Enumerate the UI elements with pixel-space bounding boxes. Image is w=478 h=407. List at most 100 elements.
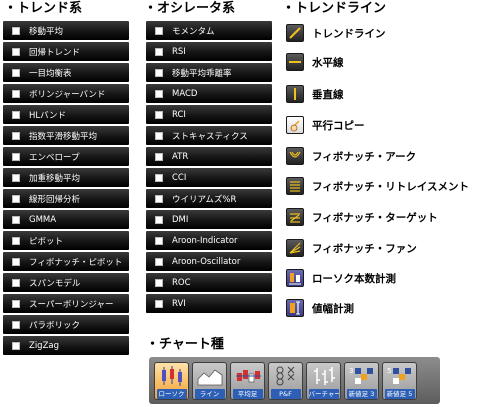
trend-item[interactable]: GMMA xyxy=(3,210,129,229)
trend-item[interactable]: 指数平滑移動平均 xyxy=(3,126,129,145)
trend-item[interactable]: フィボナッチ・ピボット xyxy=(3,252,129,271)
checkbox[interactable] xyxy=(155,299,163,308)
checkbox[interactable] xyxy=(12,341,20,350)
oscillator-item[interactable]: ウイリアムズ%R xyxy=(146,189,272,208)
diagonal-line-icon xyxy=(286,24,304,42)
trend-item[interactable]: HLバンド xyxy=(3,105,129,124)
bar-chart-icon xyxy=(313,367,335,385)
candle-count-tool[interactable]: ローソク本数計測 xyxy=(286,267,396,289)
heikin-ashi-chart-button[interactable]: 平均足 xyxy=(230,362,265,400)
checkbox[interactable] xyxy=(155,278,163,287)
oscillator-item-label: DMI xyxy=(172,214,189,225)
chart-type-label: P&F xyxy=(270,389,301,399)
fibonacci-fan-tool[interactable]: フィボナッチ・ファン xyxy=(286,237,417,259)
price-range-tool[interactable]: 値幅計測 xyxy=(286,297,354,319)
oscillator-item[interactable]: RCI xyxy=(146,105,272,124)
trend-item[interactable]: 移動平均 xyxy=(3,21,129,40)
checkbox[interactable] xyxy=(155,173,163,182)
trend-item[interactable]: ピボット xyxy=(3,231,129,250)
checkbox[interactable] xyxy=(12,68,20,77)
checkbox[interactable] xyxy=(12,236,20,245)
checkbox[interactable] xyxy=(155,26,163,35)
oscillator-item-label: CCI xyxy=(172,172,187,183)
trend-item-label: スーパーボリンジャー xyxy=(29,299,114,310)
checkbox[interactable] xyxy=(155,194,163,203)
horizontal-line-tool[interactable]: 水平線 xyxy=(286,51,344,73)
trend-item[interactable]: パラボリック xyxy=(3,315,129,334)
oscillator-item-label: MACD xyxy=(172,88,198,99)
oscillator-item[interactable]: モメンタム xyxy=(146,21,272,40)
new-price-5-icon: 5 xyxy=(387,367,411,384)
chart-type-label: 新値足 3 xyxy=(346,389,377,399)
checkbox[interactable] xyxy=(12,110,20,119)
oscillator-item[interactable]: Aroon-Indicator xyxy=(146,231,272,250)
oscillator-item[interactable]: CCI xyxy=(146,168,272,187)
point-and-figure-chart-button[interactable]: P&F xyxy=(268,362,303,400)
vertical-line-tool[interactable]: 垂直線 xyxy=(286,83,344,105)
trend-item[interactable]: ボリンジャーバンド xyxy=(3,84,129,103)
checkbox[interactable] xyxy=(155,89,163,98)
checkbox[interactable] xyxy=(12,89,20,98)
oscillator-item[interactable]: ATR xyxy=(146,147,272,166)
oscillator-item[interactable]: ストキャスティクス xyxy=(146,126,272,145)
checkbox[interactable] xyxy=(12,215,20,224)
trend-item[interactable]: スーパーボリンジャー xyxy=(3,294,129,313)
checkbox[interactable] xyxy=(155,215,163,224)
trend-item[interactable]: スパンモデル xyxy=(3,273,129,292)
checkbox[interactable] xyxy=(12,320,20,329)
parallel-copy-tool[interactable]: 平行コピー xyxy=(286,114,365,136)
trend-item[interactable]: 線形回帰分析 xyxy=(3,189,129,208)
trend-item[interactable]: ZigZag xyxy=(3,336,129,355)
trend-item-label: 線形回帰分析 xyxy=(29,194,81,205)
oscillator-item-label: モメンタム xyxy=(172,26,215,37)
tool-label: フィボナッチ・リトレイスメント xyxy=(312,180,469,193)
oscillator-item[interactable]: ROC xyxy=(146,273,272,292)
checkbox[interactable] xyxy=(12,299,20,308)
oscillator-item-label: 移動平均乖離率 xyxy=(172,68,232,79)
checkbox[interactable] xyxy=(155,110,163,119)
oscillator-item[interactable]: RSI xyxy=(146,42,272,61)
checkbox[interactable] xyxy=(155,236,163,245)
line-chart-button[interactable]: ライン xyxy=(192,362,227,400)
trend-item[interactable]: エンベロープ xyxy=(3,147,129,166)
trend-item[interactable]: 一目均衡表 xyxy=(3,63,129,82)
candlestick-chart-button[interactable]: ローソク xyxy=(154,362,189,400)
checkbox[interactable] xyxy=(12,194,20,203)
checkbox[interactable] xyxy=(12,173,20,182)
oscillator-item[interactable]: DMI xyxy=(146,210,272,229)
fibonacci-arc-tool[interactable]: フィボナッチ・アーク xyxy=(286,145,416,167)
fibonacci-retracement-tool[interactable]: フィボナッチ・リトレイスメント xyxy=(286,175,469,197)
bar-chart-button[interactable]: バーチャート xyxy=(306,362,341,400)
checkbox[interactable] xyxy=(155,152,163,161)
chart-type-section-title: ・チャート種 xyxy=(146,337,224,352)
chart-type-label: バーチャート xyxy=(308,389,339,399)
oscillator-item[interactable]: 移動平均乖離率 xyxy=(146,63,272,82)
oscillator-item[interactable]: RVI xyxy=(146,294,272,313)
tool-label: 垂直線 xyxy=(312,88,344,101)
oscillator-item[interactable]: Aroon-Oscillator xyxy=(146,252,272,271)
new-price-3-chart-button[interactable]: 3 新値足 3 xyxy=(344,362,379,400)
tool-label: フィボナッチ・ターゲット xyxy=(312,211,438,224)
oscillator-item-label: ウイリアムズ%R xyxy=(172,194,237,205)
trend-item-label: ボリンジャーバンド xyxy=(29,89,106,100)
checkbox[interactable] xyxy=(155,131,163,140)
checkbox[interactable] xyxy=(12,131,20,140)
trendline-tool[interactable]: トレンドライン xyxy=(286,22,386,44)
oscillator-item[interactable]: MACD xyxy=(146,84,272,103)
checkbox[interactable] xyxy=(12,152,20,161)
new-price-3-icon: 3 xyxy=(349,367,373,384)
checkbox[interactable] xyxy=(12,278,20,287)
vertical-line-icon xyxy=(286,85,304,103)
checkbox[interactable] xyxy=(155,68,163,77)
checkbox[interactable] xyxy=(12,257,20,266)
new-price-5-chart-button[interactable]: 5 新値足 5 xyxy=(382,362,417,400)
candle-count-icon xyxy=(286,269,304,287)
trend-item[interactable]: 加重移動平均 xyxy=(3,168,129,187)
checkbox[interactable] xyxy=(155,47,163,56)
checkbox[interactable] xyxy=(12,47,20,56)
checkbox[interactable] xyxy=(12,26,20,35)
checkbox[interactable] xyxy=(155,257,163,266)
fibonacci-target-tool[interactable]: フィボナッチ・ターゲット xyxy=(286,206,438,228)
trend-item[interactable]: 回帰トレンド xyxy=(3,42,129,61)
trend-item-label: 移動平均 xyxy=(29,26,64,37)
